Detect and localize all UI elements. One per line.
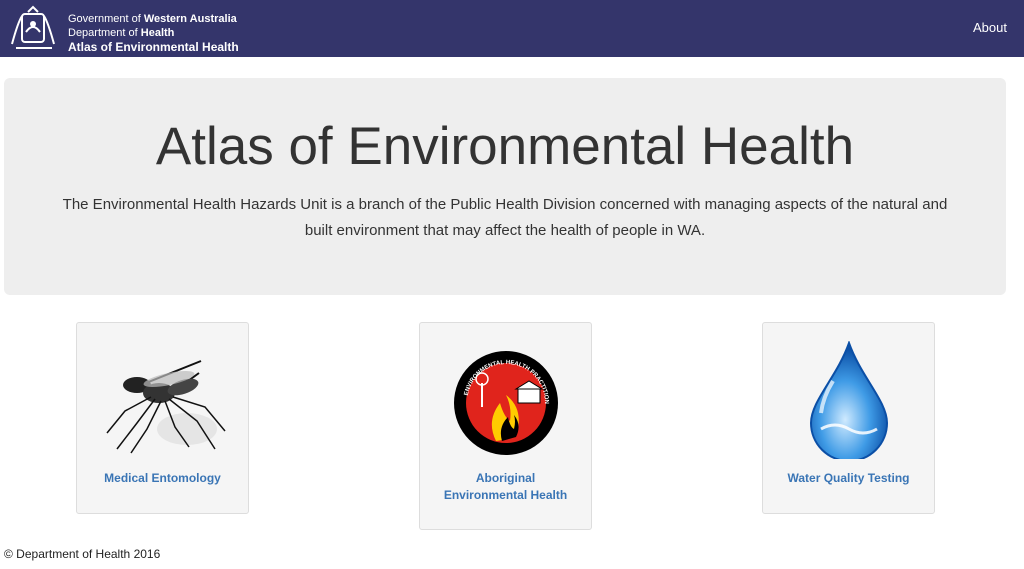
- top-navbar: Government of Western Australia Departme…: [0, 0, 1024, 57]
- card-label-water-quality-testing[interactable]: Water Quality Testing: [771, 470, 926, 487]
- card-label-aboriginal-environmental-health[interactable]: Aboriginal Environmental Health: [428, 470, 583, 504]
- mosquito-icon: [106, 360, 226, 454]
- footer-copyright: © Department of Health 2016: [4, 547, 161, 561]
- brand-atlas-title: Atlas of Environmental Health: [68, 40, 239, 54]
- hero-description: The Environmental Health Hazards Unit is…: [62, 196, 948, 239]
- water-drop-icon: [809, 341, 889, 459]
- wa-crest-icon: [11, 5, 55, 49]
- nav-about-link[interactable]: About: [973, 20, 1007, 35]
- card-label-medical-entomology[interactable]: Medical Entomology: [85, 470, 240, 487]
- brand-logo-link[interactable]: Government of Western Australia Departme…: [4, 4, 254, 54]
- page-title: Atlas of Environmental Health: [155, 117, 855, 176]
- card-medical-entomology[interactable]: Medical Entomology: [76, 322, 249, 514]
- card-water-quality-testing[interactable]: Water Quality Testing: [762, 322, 935, 514]
- brand-text: Government of Western Australia Departme…: [68, 13, 239, 54]
- card-aboriginal-environmental-health[interactable]: ENVIRONMENTAL HEALTH PRACTITIONERS Abori…: [419, 322, 592, 530]
- hero-section: Atlas of Environmental Health The Enviro…: [4, 78, 1006, 295]
- aboriginal-env-health-logo: ENVIRONMENTAL HEALTH PRACTITIONERS: [420, 341, 558, 455]
